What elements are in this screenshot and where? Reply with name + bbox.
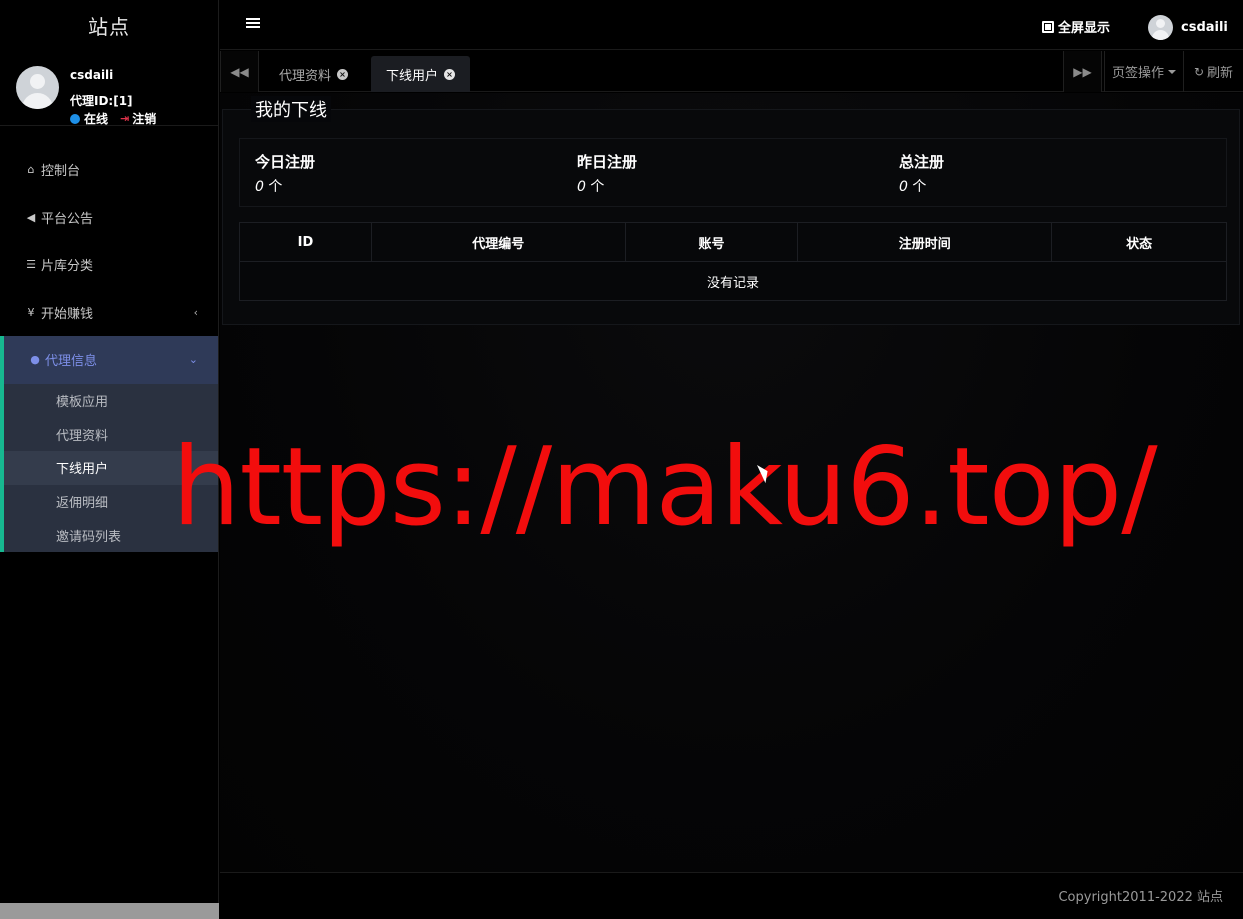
sidebar-item-label: 平台公告 — [41, 211, 94, 227]
sidebar-subitem-templates[interactable]: 模板应用 — [4, 384, 218, 418]
tab-strip: ◀◀ 代理资料 × 下线用户 × ▶▶ 页签操作 ↻ 刷新 — [220, 51, 1243, 92]
tab-agent-profile[interactable]: 代理资料 × — [264, 56, 363, 92]
stat-yesterday: 昨日注册 0 个 — [577, 151, 637, 196]
sidebar-item-earn[interactable]: ¥ 开始赚钱 ‹ — [0, 289, 218, 337]
downline-panel: 我的下线 今日注册 0 个 昨日注册 0 个 总注册 0 个 ID 代理编号 账… — [222, 96, 1240, 325]
stat-value: 0 个 — [577, 179, 605, 195]
stat-label: 昨日注册 — [577, 153, 638, 171]
logout-label: 注销 — [132, 112, 157, 126]
registration-stats: 今日注册 0 个 昨日注册 0 个 总注册 0 个 — [239, 138, 1227, 207]
column-header-account[interactable]: 账号 — [624, 222, 799, 262]
column-header-agent-no[interactable]: 代理编号 — [370, 222, 626, 262]
avatar — [1148, 15, 1173, 40]
online-dot-icon — [70, 113, 80, 124]
sidebar-item-agent-info[interactable]: ● 代理信息 ⌄ — [4, 336, 218, 384]
tab-operations-label: 页签操作 — [1111, 66, 1164, 81]
fullscreen-button[interactable]: 全屏显示 — [1042, 17, 1110, 36]
list-icon: ☰ — [26, 258, 36, 272]
double-chevron-left-icon: ◀◀ — [230, 64, 249, 79]
sidebar-item-label: 代理信息 — [45, 354, 98, 370]
stat-value: 0 个 — [899, 179, 927, 195]
downline-table: ID 代理编号 账号 注册时间 状态 没有记录 — [239, 222, 1227, 301]
stat-value: 0 个 — [255, 179, 283, 195]
tab-label: 代理资料 — [279, 68, 332, 84]
watermark-url: https://maku6.top/ — [172, 425, 1158, 550]
table-row: 没有记录 — [239, 261, 1227, 301]
top-navbar: 全屏显示 csdaili — [220, 0, 1243, 50]
chevron-left-icon: ‹ — [193, 305, 198, 319]
refresh-button[interactable]: ↻ 刷新 — [1183, 51, 1243, 92]
sidebar-item-dashboard[interactable]: ⌂ 控制台 — [0, 146, 218, 194]
sidebar-item-categories[interactable]: ☰ 片库分类 — [0, 241, 218, 289]
sidebar-item-announcements[interactable]: ◀ 平台公告 — [0, 194, 218, 242]
top-username: csdaili — [1181, 20, 1228, 35]
stat-today: 今日注册 0 个 — [255, 151, 315, 196]
refresh-label: 刷新 — [1207, 66, 1234, 81]
footer: Copyright2011-2022 站点 — [220, 872, 1243, 919]
tab-downline-users[interactable]: 下线用户 × — [371, 56, 471, 92]
table-header-row: ID 代理编号 账号 注册时间 状态 — [239, 222, 1227, 262]
bullhorn-icon: ◀ — [26, 210, 36, 224]
caret-down-icon — [1168, 69, 1176, 74]
tab-operations-dropdown[interactable]: 页签操作 — [1104, 51, 1183, 92]
logout-link[interactable]: ⇥ 注销 — [120, 110, 156, 127]
column-header-status[interactable]: 状态 — [1051, 222, 1227, 262]
refresh-icon: ↻ — [1193, 64, 1205, 79]
stat-total: 总注册 0 个 — [899, 151, 944, 196]
chevron-down-icon: ⌄ — [188, 353, 198, 367]
sidebar-item-label: 开始赚钱 — [41, 306, 94, 322]
column-header-reg-time[interactable]: 注册时间 — [797, 222, 1053, 262]
double-chevron-right-icon: ▶▶ — [1073, 64, 1092, 79]
sidebar-scrollbar[interactable] — [0, 903, 219, 919]
sidebar-item-label: 控制台 — [41, 164, 81, 180]
empty-message: 没有记录 — [239, 261, 1227, 301]
stat-label: 今日注册 — [255, 153, 316, 171]
panel-title: 我的下线 — [251, 96, 331, 122]
user-panel: csdaili 代理ID:[1] 在线 ⇥ 注销 — [0, 50, 218, 126]
column-header-id[interactable]: ID — [239, 222, 372, 262]
user-name: csdaili — [70, 68, 114, 82]
online-status-text: 在线 — [84, 112, 109, 126]
close-icon[interactable]: × — [444, 68, 456, 80]
agent-id: 代理ID:[1] — [70, 94, 133, 108]
user-menu[interactable]: csdaili — [1148, 15, 1228, 40]
site-logo[interactable]: 站点 — [0, 0, 218, 50]
home-icon: ⌂ — [27, 163, 35, 177]
close-icon[interactable]: × — [337, 68, 349, 80]
stat-label: 总注册 — [899, 153, 945, 171]
user-icon: ● — [30, 353, 40, 367]
expand-icon — [1042, 20, 1054, 33]
tab-label: 下线用户 — [386, 68, 439, 84]
user-status: 在线 ⇥ 注销 — [70, 110, 156, 127]
avatar — [16, 66, 59, 109]
menu-toggle-icon[interactable] — [246, 16, 260, 30]
sidebar-item-label: 片库分类 — [41, 259, 94, 275]
tab-scroll-left-button[interactable]: ◀◀ — [220, 51, 259, 92]
fullscreen-label: 全屏显示 — [1058, 21, 1111, 36]
tab-scroll-right-button[interactable]: ▶▶ — [1063, 51, 1102, 92]
sign-out-icon: ⇥ — [120, 112, 130, 125]
copyright-text: Copyright2011-2022 站点 — [1058, 890, 1223, 905]
yen-icon: ¥ — [27, 305, 35, 319]
